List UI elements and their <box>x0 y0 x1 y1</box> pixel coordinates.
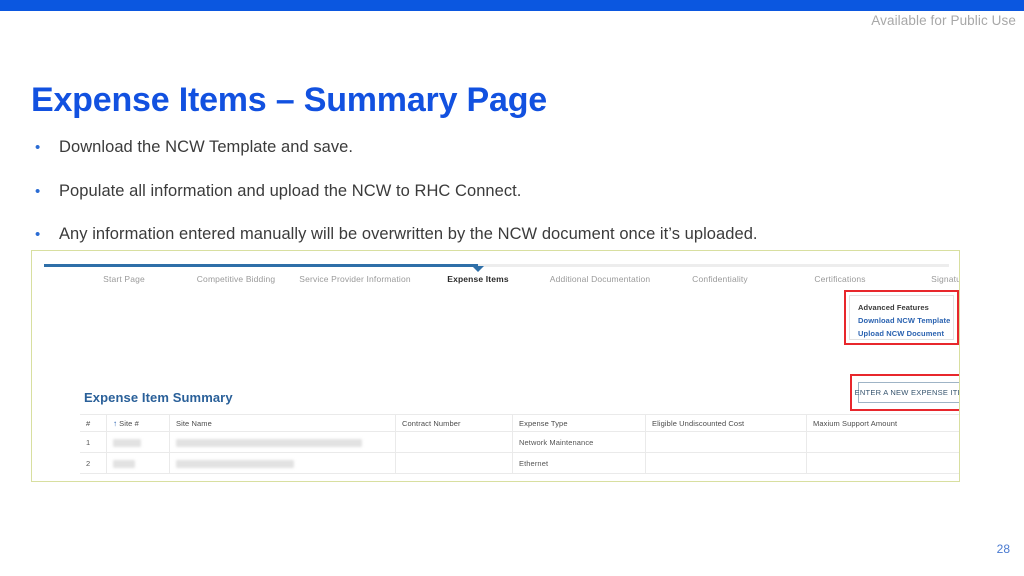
list-item-label: Any information entered manually will be… <box>59 225 758 243</box>
cell-site-name <box>169 452 396 474</box>
advanced-features-title: Advanced Features <box>858 303 929 312</box>
bullet-dot-icon: • <box>35 139 41 156</box>
column-header-maximum-support-amount[interactable]: Maxium Support Amount <box>806 414 959 432</box>
table-header-row: # ↑ Site # Site Name Contract Number Expe… <box>80 414 959 432</box>
cell-site-number <box>106 452 170 474</box>
list-item: • Any information entered manually will … <box>31 223 981 246</box>
stepper-progress-fill <box>44 264 478 267</box>
enter-new-expense-item-button[interactable]: ENTER A NEW EXPENSE ITEM <box>855 382 959 403</box>
stepper-item-competitive-bidding[interactable]: Competitive Bidding <box>197 274 275 284</box>
column-header-expense-type[interactable]: Expense Type <box>512 414 646 432</box>
expense-items-table: # ↑ Site # Site Name Contract Number Expe… <box>80 414 959 474</box>
stepper-current-marker-icon <box>472 266 484 272</box>
column-header-site-number-label: Site # <box>119 418 139 428</box>
redacted-value <box>176 459 294 468</box>
stepper-item-expense-items[interactable]: Expense Items <box>447 274 508 284</box>
cell-site-number <box>106 431 170 453</box>
cell-maximum-support-amount <box>806 431 959 453</box>
stepper-item-service-provider-information[interactable]: Service Provider Information <box>299 274 410 284</box>
table-row: 1 Network Maintenance Edit|Delete <box>80 431 959 453</box>
cell-contract-number <box>395 431 513 453</box>
redacted-value <box>113 459 135 468</box>
stepper-item-additional-documentation[interactable]: Additional Documentation <box>550 274 650 284</box>
list-item-label: Download the NCW Template and save. <box>59 138 354 156</box>
upload-ncw-document-link[interactable]: Upload NCW Document <box>858 327 953 340</box>
table-row: 2 Ethernet Edit|Delete <box>80 452 959 474</box>
cell-index: 2 <box>80 452 107 474</box>
form-stepper-nav: Start Page Competitive Bidding Service P… <box>44 264 959 298</box>
advanced-features-panel: Advanced Features Download NCW Template … <box>849 295 954 340</box>
cell-index: 1 <box>80 431 107 453</box>
bullet-dot-icon: • <box>35 182 41 200</box>
enter-expense-item-highlight-callout: ENTER A NEW EXPENSE ITEM <box>850 374 959 411</box>
column-header-contract-number[interactable]: Contract Number <box>395 414 513 432</box>
cell-expense-type: Ethernet <box>512 452 646 474</box>
bullet-list: • Download the NCW Template and save. • … <box>31 136 981 267</box>
download-ncw-template-link[interactable]: Download NCW Template <box>858 314 953 327</box>
redacted-value <box>176 438 362 447</box>
stepper-item-certifications[interactable]: Certifications <box>814 274 865 284</box>
embedded-app-screenshot: Start Page Competitive Bidding Service P… <box>31 250 960 482</box>
stepper-item-start-page[interactable]: Start Page <box>103 274 145 284</box>
page-title: Expense Items – Summary Page <box>31 80 547 119</box>
column-header-site-number[interactable]: ↑ Site # <box>106 414 170 432</box>
cell-contract-number <box>395 452 513 474</box>
column-header-eligible-undiscounted-cost[interactable]: Eligible Undiscounted Cost <box>645 414 807 432</box>
slide-top-accent-bar <box>0 0 1024 11</box>
cell-site-name <box>169 431 396 453</box>
stepper-item-signature[interactable]: Signature <box>931 274 959 284</box>
cell-eligible-undiscounted-cost <box>645 452 807 474</box>
list-item: • Populate all information and upload th… <box>31 180 981 203</box>
advanced-features-highlight-callout: Advanced Features Download NCW Template … <box>844 290 959 345</box>
cell-eligible-undiscounted-cost <box>645 431 807 453</box>
slide-page-number: 28 <box>996 542 1010 556</box>
stepper-item-confidentiality[interactable]: Confidentiality <box>692 274 748 284</box>
column-header-index[interactable]: # <box>80 414 107 432</box>
column-header-site-name[interactable]: Site Name <box>169 414 396 432</box>
expense-item-summary-heading: Expense Item Summary <box>84 390 233 405</box>
public-use-label: Available for Public Use <box>871 13 1016 28</box>
cell-expense-type: Network Maintenance <box>512 431 646 453</box>
list-item-label: Populate all information and upload the … <box>59 181 522 200</box>
list-item: • Download the NCW Template and save. <box>31 136 981 159</box>
redacted-value <box>113 438 141 447</box>
cell-maximum-support-amount <box>806 452 959 474</box>
bullet-dot-icon: • <box>35 226 41 243</box>
